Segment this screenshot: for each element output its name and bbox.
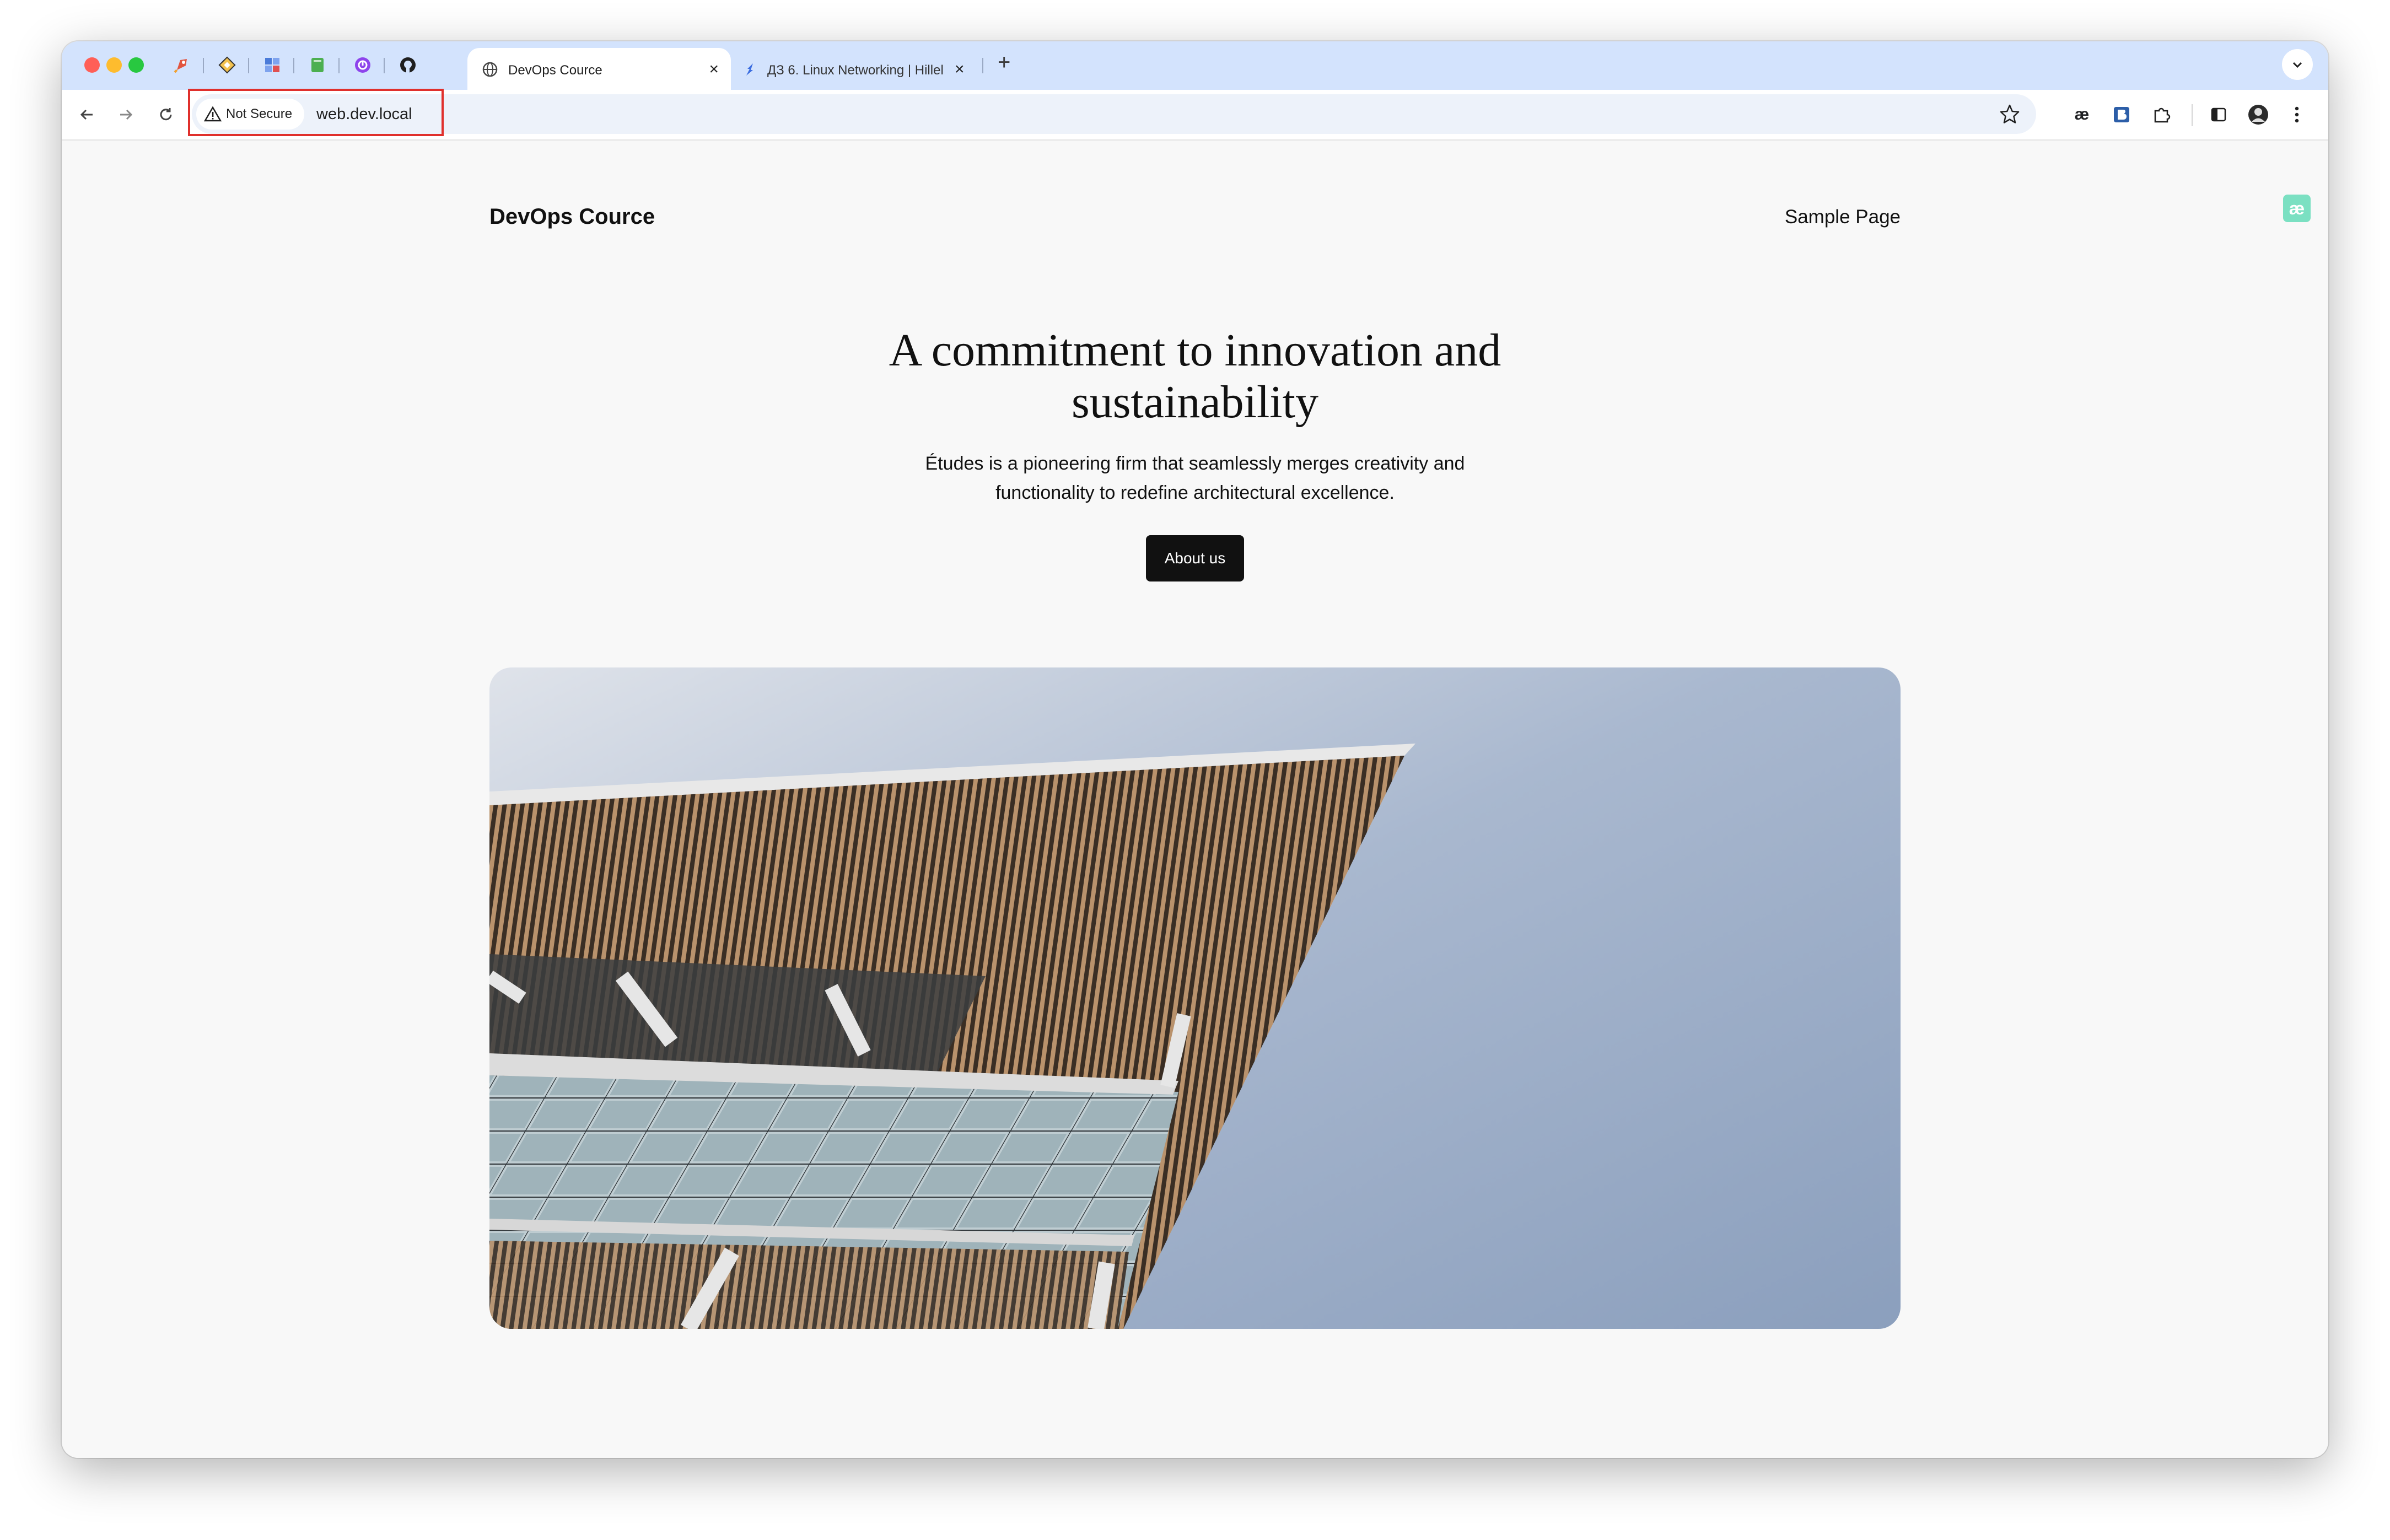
annotation-highlight-box [188, 89, 444, 136]
address-bar[interactable]: Not Secure web.dev.local [192, 94, 2036, 134]
browser-window: DevOps Cource × ДЗ 6. Linux Networking |… [62, 41, 2328, 1458]
nav-link-sample-page[interactable]: Sample Page [1785, 206, 1901, 228]
tab-search-button[interactable] [2282, 49, 2313, 80]
puzzle-app-icon[interactable] [262, 55, 282, 75]
minimize-window-button[interactable] [106, 57, 122, 73]
bitwarden-icon[interactable] [2108, 101, 2135, 128]
forward-button[interactable] [112, 101, 140, 128]
extensions-puzzle-icon[interactable] [2147, 101, 2175, 128]
rocket-extension-icon[interactable] [172, 55, 192, 75]
github-icon[interactable] [398, 55, 418, 75]
site-title[interactable]: DevOps Cource [489, 204, 655, 229]
tab-devops-cource[interactable]: DevOps Cource × [467, 48, 731, 90]
about-us-button[interactable]: About us [1146, 535, 1244, 581]
web-page: DevOps Cource Sample Page æ A commitment… [62, 141, 2328, 1458]
hillel-icon [742, 61, 758, 78]
tab-title: DevOps Cource [508, 63, 602, 78]
diamond-icon[interactable] [217, 55, 237, 75]
chevron-down-icon [2292, 62, 2302, 68]
ae-extension-icon[interactable]: æ [2068, 101, 2096, 128]
side-panel-icon[interactable] [2205, 101, 2232, 128]
ae-floating-icon[interactable]: æ [2283, 195, 2311, 222]
new-tab-button[interactable]: + [998, 50, 1010, 75]
tab-strip: DevOps Cource × ДЗ 6. Linux Networking |… [62, 41, 2328, 90]
arrow-right-icon [120, 109, 133, 120]
reload-icon [160, 108, 172, 121]
close-window-button[interactable] [84, 57, 100, 73]
tab-title: ДЗ 6. Linux Networking | Hillel [767, 63, 944, 78]
close-tab-icon[interactable]: × [709, 60, 719, 79]
hero-text: Études is a pioneering firm that seamles… [925, 453, 1465, 503]
bookmark-star-icon[interactable] [1999, 103, 2021, 125]
reload-button[interactable] [152, 101, 180, 128]
hero-heading: A commitment to innovation and sustainab… [889, 325, 1501, 428]
hero-building-image [489, 667, 1901, 1329]
globe-icon [482, 61, 498, 78]
green-book-icon[interactable] [308, 55, 327, 75]
zoom-window-button[interactable] [128, 57, 144, 73]
more-menu-icon[interactable] [2283, 101, 2311, 128]
close-tab-icon[interactable]: × [955, 60, 965, 79]
back-button[interactable] [73, 101, 100, 128]
purple-clock-icon[interactable] [353, 55, 373, 75]
profile-avatar-icon[interactable] [2244, 101, 2272, 128]
arrow-left-icon [80, 109, 93, 120]
